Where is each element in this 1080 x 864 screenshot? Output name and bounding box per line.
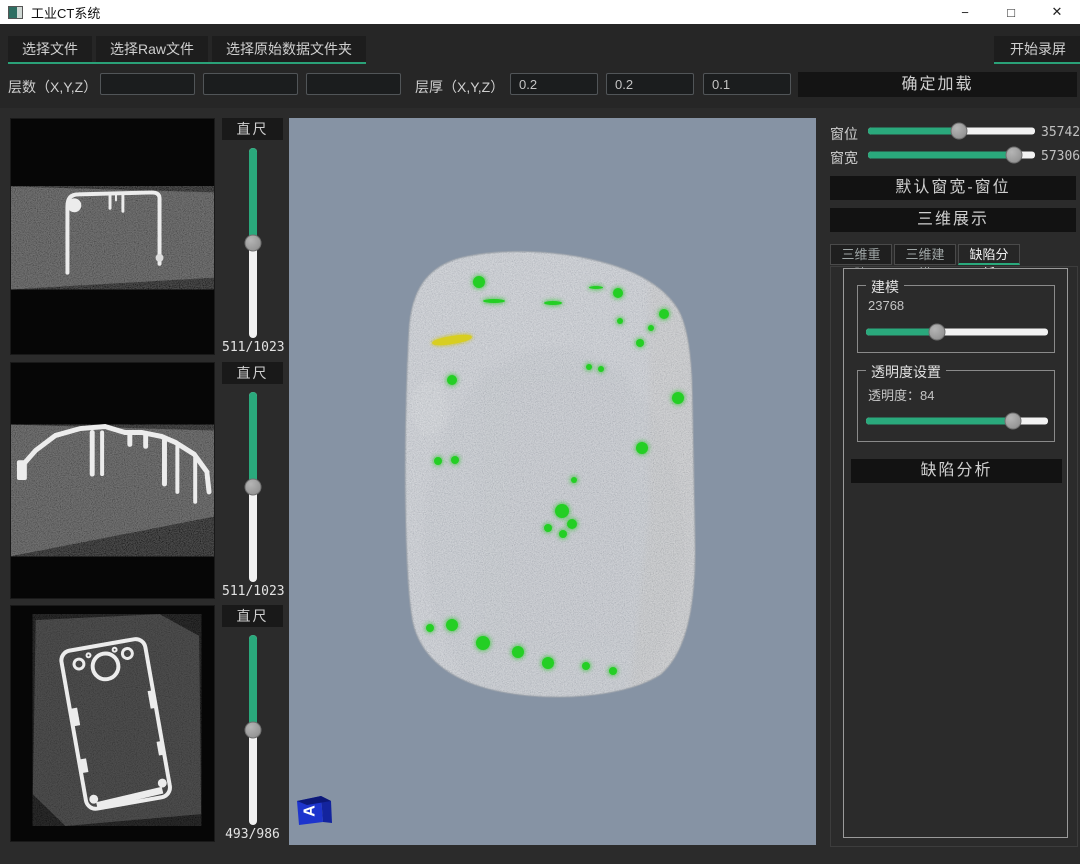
yellow-defect-marker — [432, 333, 473, 347]
ruler-button-bottom[interactable]: 直尺 — [222, 605, 283, 627]
defect-spot — [483, 299, 505, 303]
layers-y-input[interactable] — [203, 73, 298, 95]
defect-spot — [434, 457, 442, 465]
slice-image-top-view[interactable] — [10, 118, 215, 355]
defect-spot — [473, 276, 485, 288]
slider-handle[interactable] — [244, 235, 261, 252]
select-file-button[interactable]: 选择文件 — [8, 36, 92, 62]
minimize-button[interactable]: − — [942, 0, 988, 24]
window-width-value: 57306 — [1041, 149, 1080, 164]
slice-row-bottom: 直尺 493/986 — [10, 605, 283, 842]
defect-spot — [512, 646, 524, 658]
slice-slider-bottom[interactable] — [245, 635, 261, 825]
close-button[interactable]: ✕ — [1034, 0, 1080, 24]
defect-spot — [659, 309, 669, 319]
defect-spot — [567, 519, 577, 529]
defect-spot — [672, 392, 684, 404]
transparency-value: 透明度：84 — [868, 385, 934, 404]
thickness-label: 层厚（X,Y,Z） — [415, 77, 504, 97]
slider-handle[interactable] — [928, 324, 945, 341]
parameter-row: 层数（X,Y,Z） 层厚（X,Y,Z） 确定加载 — [0, 64, 1080, 108]
defect-layer — [289, 118, 816, 845]
slider-handle[interactable] — [244, 722, 261, 739]
slider-handle[interactable] — [244, 479, 261, 496]
confirm-load-button[interactable]: 确定加载 — [798, 72, 1077, 97]
thickness-x-input[interactable] — [510, 73, 598, 95]
window-title: 工业CT系统 — [31, 3, 100, 22]
slider-handle[interactable] — [951, 123, 968, 140]
svg-text:A: A — [302, 805, 319, 817]
window-level-slider[interactable] — [868, 123, 1035, 139]
layers-label: 层数（X,Y,Z） — [8, 77, 97, 97]
tab-3d-reconstruction[interactable]: 三维重建 — [830, 244, 892, 265]
defect-spot — [609, 667, 617, 675]
thickness-y-input[interactable] — [606, 73, 694, 95]
defect-spot — [598, 366, 604, 372]
defect-spot — [555, 504, 569, 518]
slice-image-bottom-view[interactable] — [10, 605, 215, 842]
window-level-value: 35742 — [1041, 125, 1080, 140]
app-icon — [8, 6, 23, 19]
defect-spot — [544, 301, 562, 305]
defect-spot — [648, 325, 654, 331]
select-raw-data-folder-button[interactable]: 选择原始数据文件夹 — [212, 36, 366, 62]
slider-handle[interactable] — [1005, 413, 1022, 430]
layers-z-input[interactable] — [306, 73, 401, 95]
window-width-slider[interactable] — [868, 147, 1035, 163]
slice-slider-top[interactable] — [245, 148, 261, 338]
defect-spot — [582, 662, 590, 670]
defect-spot — [613, 288, 623, 298]
defect-spot — [589, 286, 603, 289]
title-bar: 工业CT系统 − □ ✕ — [0, 0, 1080, 24]
modeling-group-title: 建模 — [866, 277, 904, 297]
transparency-group-title: 透明度设置 — [866, 362, 946, 382]
defect-spot — [542, 657, 554, 669]
maximize-button[interactable]: □ — [988, 0, 1034, 24]
select-raw-file-button[interactable]: 选择Raw文件 — [96, 36, 208, 62]
slider-handle[interactable] — [1005, 147, 1022, 164]
ruler-button-top[interactable]: 直尺 — [222, 118, 283, 140]
thickness-z-input[interactable] — [703, 73, 791, 95]
defect-spot — [586, 364, 592, 370]
slider-track — [866, 329, 1048, 336]
slice-slider-middle[interactable] — [245, 392, 261, 582]
ruler-button-middle[interactable]: 直尺 — [222, 362, 283, 384]
window-level-label: 窗位 — [830, 124, 858, 144]
modeling-groupbox: 建模 23768 — [857, 285, 1055, 353]
defect-spot — [636, 339, 644, 347]
defect-spot — [476, 636, 490, 650]
slice-position-middle: 511/1023 — [222, 584, 283, 599]
slice-row-middle: 直尺 511/1023 — [10, 362, 283, 599]
modeling-value: 23768 — [868, 298, 904, 313]
defect-spot — [544, 524, 552, 532]
display-3d-button[interactable]: 三维展示 — [830, 208, 1076, 232]
defect-spot — [617, 318, 623, 324]
slice-position-top: 511/1023 — [222, 340, 283, 355]
tab-defect-analysis[interactable]: 缺陷分析 — [958, 244, 1020, 265]
modeling-slider[interactable] — [866, 324, 1048, 340]
layers-x-input[interactable] — [100, 73, 195, 95]
defect-spot — [451, 456, 459, 464]
slice-row-top: 直尺 511/1023 — [10, 118, 283, 355]
defect-spot — [426, 624, 434, 632]
tab-3d-modeling[interactable]: 三维建模 — [894, 244, 956, 265]
transparency-groupbox: 透明度设置 透明度：84 — [857, 370, 1055, 442]
defect-spot — [636, 442, 648, 454]
defect-spot — [446, 619, 458, 631]
defect-spot — [447, 375, 457, 385]
window-width-label: 窗宽 — [830, 148, 858, 168]
viewport-3d[interactable]: A — [289, 118, 816, 845]
tab-content-frame: 建模 23768 透明度设置 透明度：84 缺陷分析 — [843, 268, 1068, 838]
default-wwwl-button[interactable]: 默认窗宽-窗位 — [830, 176, 1076, 200]
orientation-cube-logo: A — [295, 791, 335, 827]
defect-spot — [571, 477, 577, 483]
defect-analysis-button[interactable]: 缺陷分析 — [851, 459, 1062, 483]
start-recording-button[interactable]: 开始录屏 — [994, 36, 1080, 64]
defect-spot — [559, 530, 567, 538]
toolbar: 选择文件 选择Raw文件 选择原始数据文件夹 开始录屏 — [0, 24, 1080, 64]
transparency-slider[interactable] — [866, 413, 1048, 429]
slice-image-middle-view[interactable] — [10, 362, 215, 599]
slice-position-bottom: 493/986 — [222, 827, 283, 842]
